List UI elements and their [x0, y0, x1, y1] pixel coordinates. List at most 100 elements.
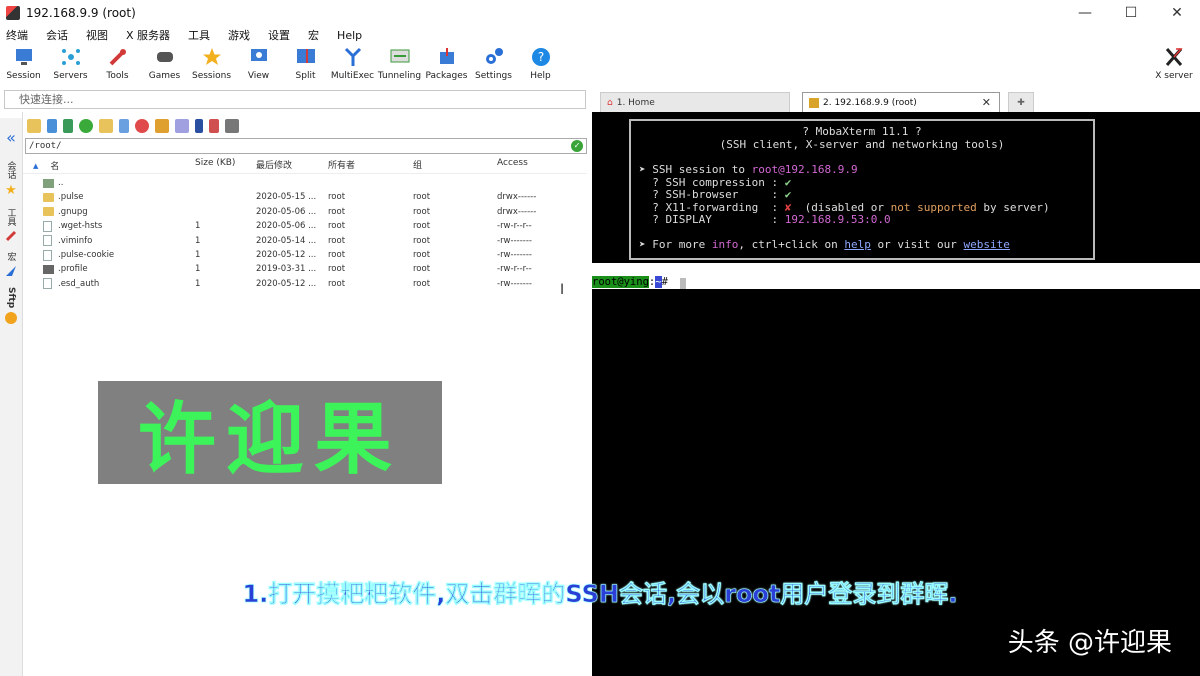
edit-icon[interactable]	[155, 119, 169, 133]
star-icon[interactable]: ★	[3, 183, 19, 198]
file-row[interactable]: .gnupg 2020-05-06 ... root root drwx------	[23, 205, 587, 219]
window-title: 192.168.9.9 (root)	[26, 6, 136, 20]
menu-tools[interactable]: 工具	[188, 27, 210, 43]
multiexec-icon	[342, 46, 364, 68]
toolbar-split-button[interactable]: Split	[282, 44, 329, 81]
open-folder-icon[interactable]	[27, 119, 41, 133]
permissions-icon[interactable]	[209, 119, 219, 133]
file-modified-cell: 2019-03-31 ...	[256, 264, 317, 275]
packages-icon	[436, 46, 458, 68]
toolbar-servers-button[interactable]: Servers	[47, 44, 94, 81]
toolbar-tunneling-button[interactable]: Tunneling	[376, 44, 423, 81]
tab-ssh-label: 2. 192.168.9.9 (root)	[823, 97, 917, 108]
file-table-header: ▲ 名 Size (KB) 最后修改 所有者 组 Access	[23, 158, 587, 174]
motd-box: ? MobaXterm 11.1 ? (SSH client, X-server…	[629, 119, 1095, 260]
xserver-button[interactable]: X server	[1154, 44, 1194, 81]
toolbar-packages-button[interactable]: Packages	[423, 44, 470, 81]
column-modified[interactable]: 最后修改	[256, 158, 328, 173]
sessions-star-icon	[201, 46, 223, 68]
menu-terminal[interactable]: 终端	[6, 27, 28, 43]
tab-ssh-session[interactable]: 2. 192.168.9.9 (root) ✕	[802, 92, 1000, 112]
file-access-cell: -rw-r--r--	[497, 221, 532, 232]
column-size[interactable]: Size (KB)	[193, 158, 256, 173]
file-icon	[43, 278, 52, 290]
menu-view[interactable]: 视图	[86, 27, 108, 43]
file-modified-cell: 2020-05-14 ...	[256, 235, 317, 246]
file-size-cell: 1	[195, 221, 201, 232]
file-row[interactable]: .esd_auth 1 2020-05-12 ... root root -rw-----…	[23, 277, 587, 291]
refresh-icon[interactable]	[79, 119, 93, 133]
file-row[interactable]: .pulse-cookie 1 2020-05-12 ... root root -rw-…	[23, 248, 587, 262]
new-tab-button[interactable]: ✚	[1008, 92, 1034, 112]
tab-close-button[interactable]: ✕	[982, 96, 991, 109]
website-link[interactable]: website	[964, 238, 1010, 251]
file-row[interactable]: .wget-hsts 1 2020-05-06 ... root root -rw-r--…	[23, 219, 587, 233]
parent-folder-icon	[43, 178, 54, 188]
minimize-button[interactable]: —	[1062, 0, 1108, 26]
menu-sessions[interactable]: 会话	[46, 27, 68, 43]
path-text: /root/	[29, 141, 62, 151]
download-icon[interactable]	[47, 119, 57, 133]
properties-icon[interactable]	[195, 119, 203, 133]
quick-connect-input[interactable]: 快速连接...	[4, 90, 586, 109]
column-name[interactable]: ▲ 名	[23, 158, 193, 173]
file-row[interactable]: .pulse 2020-05-15 ... root root drwx------	[23, 190, 587, 204]
file-row[interactable]: ..	[23, 176, 587, 190]
column-group[interactable]: 组	[413, 158, 497, 173]
sidebar-item-sftp[interactable]: Sftp	[3, 287, 19, 308]
toolbar-label: Split	[295, 71, 316, 81]
sidebar-item-macros[interactable]: 宏	[3, 252, 19, 261]
toolbar-session-button[interactable]: Session	[0, 44, 47, 81]
menu-help[interactable]: Help	[337, 29, 362, 42]
file-row[interactable]: .viminfo 1 2020-05-14 ... root root -rw------…	[23, 234, 587, 248]
toolbar-view-button[interactable]: View	[235, 44, 282, 81]
name-watermark: 许迎果	[137, 393, 402, 485]
toolbar-label: Help	[530, 71, 551, 81]
split-icon	[295, 46, 317, 68]
delete-icon[interactable]	[135, 119, 149, 133]
tab-home-label: 1. Home	[616, 97, 655, 108]
sidebar-item-tools[interactable]: 工具	[3, 208, 19, 226]
file-icon	[43, 235, 52, 247]
menu-xserver[interactable]: X 服务器	[126, 27, 170, 43]
file-row[interactable]: .profile 1 2019-03-31 ... root root -rw-r--r-…	[23, 262, 587, 276]
toolbar-multiexec-button[interactable]: MultiExec	[329, 44, 376, 81]
toolbar-label: Tools	[106, 71, 129, 81]
file-group-cell: root	[413, 206, 431, 217]
toolbar-settings-button[interactable]: Settings	[470, 44, 517, 81]
path-ok-icon[interactable]: ✓	[571, 140, 583, 152]
tab-home[interactable]: ⌂ 1. Home	[600, 92, 790, 112]
column-access[interactable]: Access	[497, 158, 577, 173]
new-file-icon[interactable]	[119, 119, 129, 133]
rename-icon[interactable]	[175, 119, 189, 133]
toolbar-tools-button[interactable]: Tools	[94, 44, 141, 81]
motd-browser: ? SSH-browser : ✔	[639, 188, 792, 201]
maximize-button[interactable]: ☐	[1108, 0, 1154, 26]
path-input[interactable]: /root/ ✓	[25, 138, 587, 154]
file-name-cell: .viminfo	[23, 235, 193, 247]
file-size-cell: 1	[195, 278, 201, 289]
main-toolbar: Session Servers Tools Games Sessions View Spli…	[0, 44, 1200, 88]
file-group-cell: root	[413, 192, 431, 203]
toolbar-sessions-button[interactable]: Sessions	[188, 44, 235, 81]
toolbar-games-button[interactable]: Games	[141, 44, 188, 81]
text-cursor-icon: I	[560, 282, 565, 298]
toolbar-label: Servers	[53, 71, 88, 81]
help-link[interactable]: help	[844, 238, 871, 251]
menu-games[interactable]: 游戏	[228, 27, 250, 43]
close-window-button[interactable]: ✕	[1154, 0, 1200, 26]
xserver-label: X server	[1155, 71, 1193, 81]
collapse-icon[interactable]: «	[3, 128, 19, 147]
file-icon	[43, 249, 52, 261]
session-icon	[13, 46, 35, 68]
menu-macros[interactable]: 宏	[308, 27, 319, 43]
file-modified-cell: 2020-05-06 ...	[256, 206, 317, 217]
terminal-folder-icon[interactable]	[225, 119, 239, 133]
upload-icon[interactable]	[63, 119, 73, 133]
column-owner[interactable]: 所有者	[328, 158, 413, 173]
file-modified-cell: 2020-05-12 ...	[256, 250, 317, 260]
new-folder-icon[interactable]	[99, 119, 113, 133]
toolbar-help-button[interactable]: ? Help	[517, 44, 564, 81]
menu-settings[interactable]: 设置	[268, 27, 290, 43]
sidebar-item-sessions[interactable]: 会话	[3, 161, 19, 179]
